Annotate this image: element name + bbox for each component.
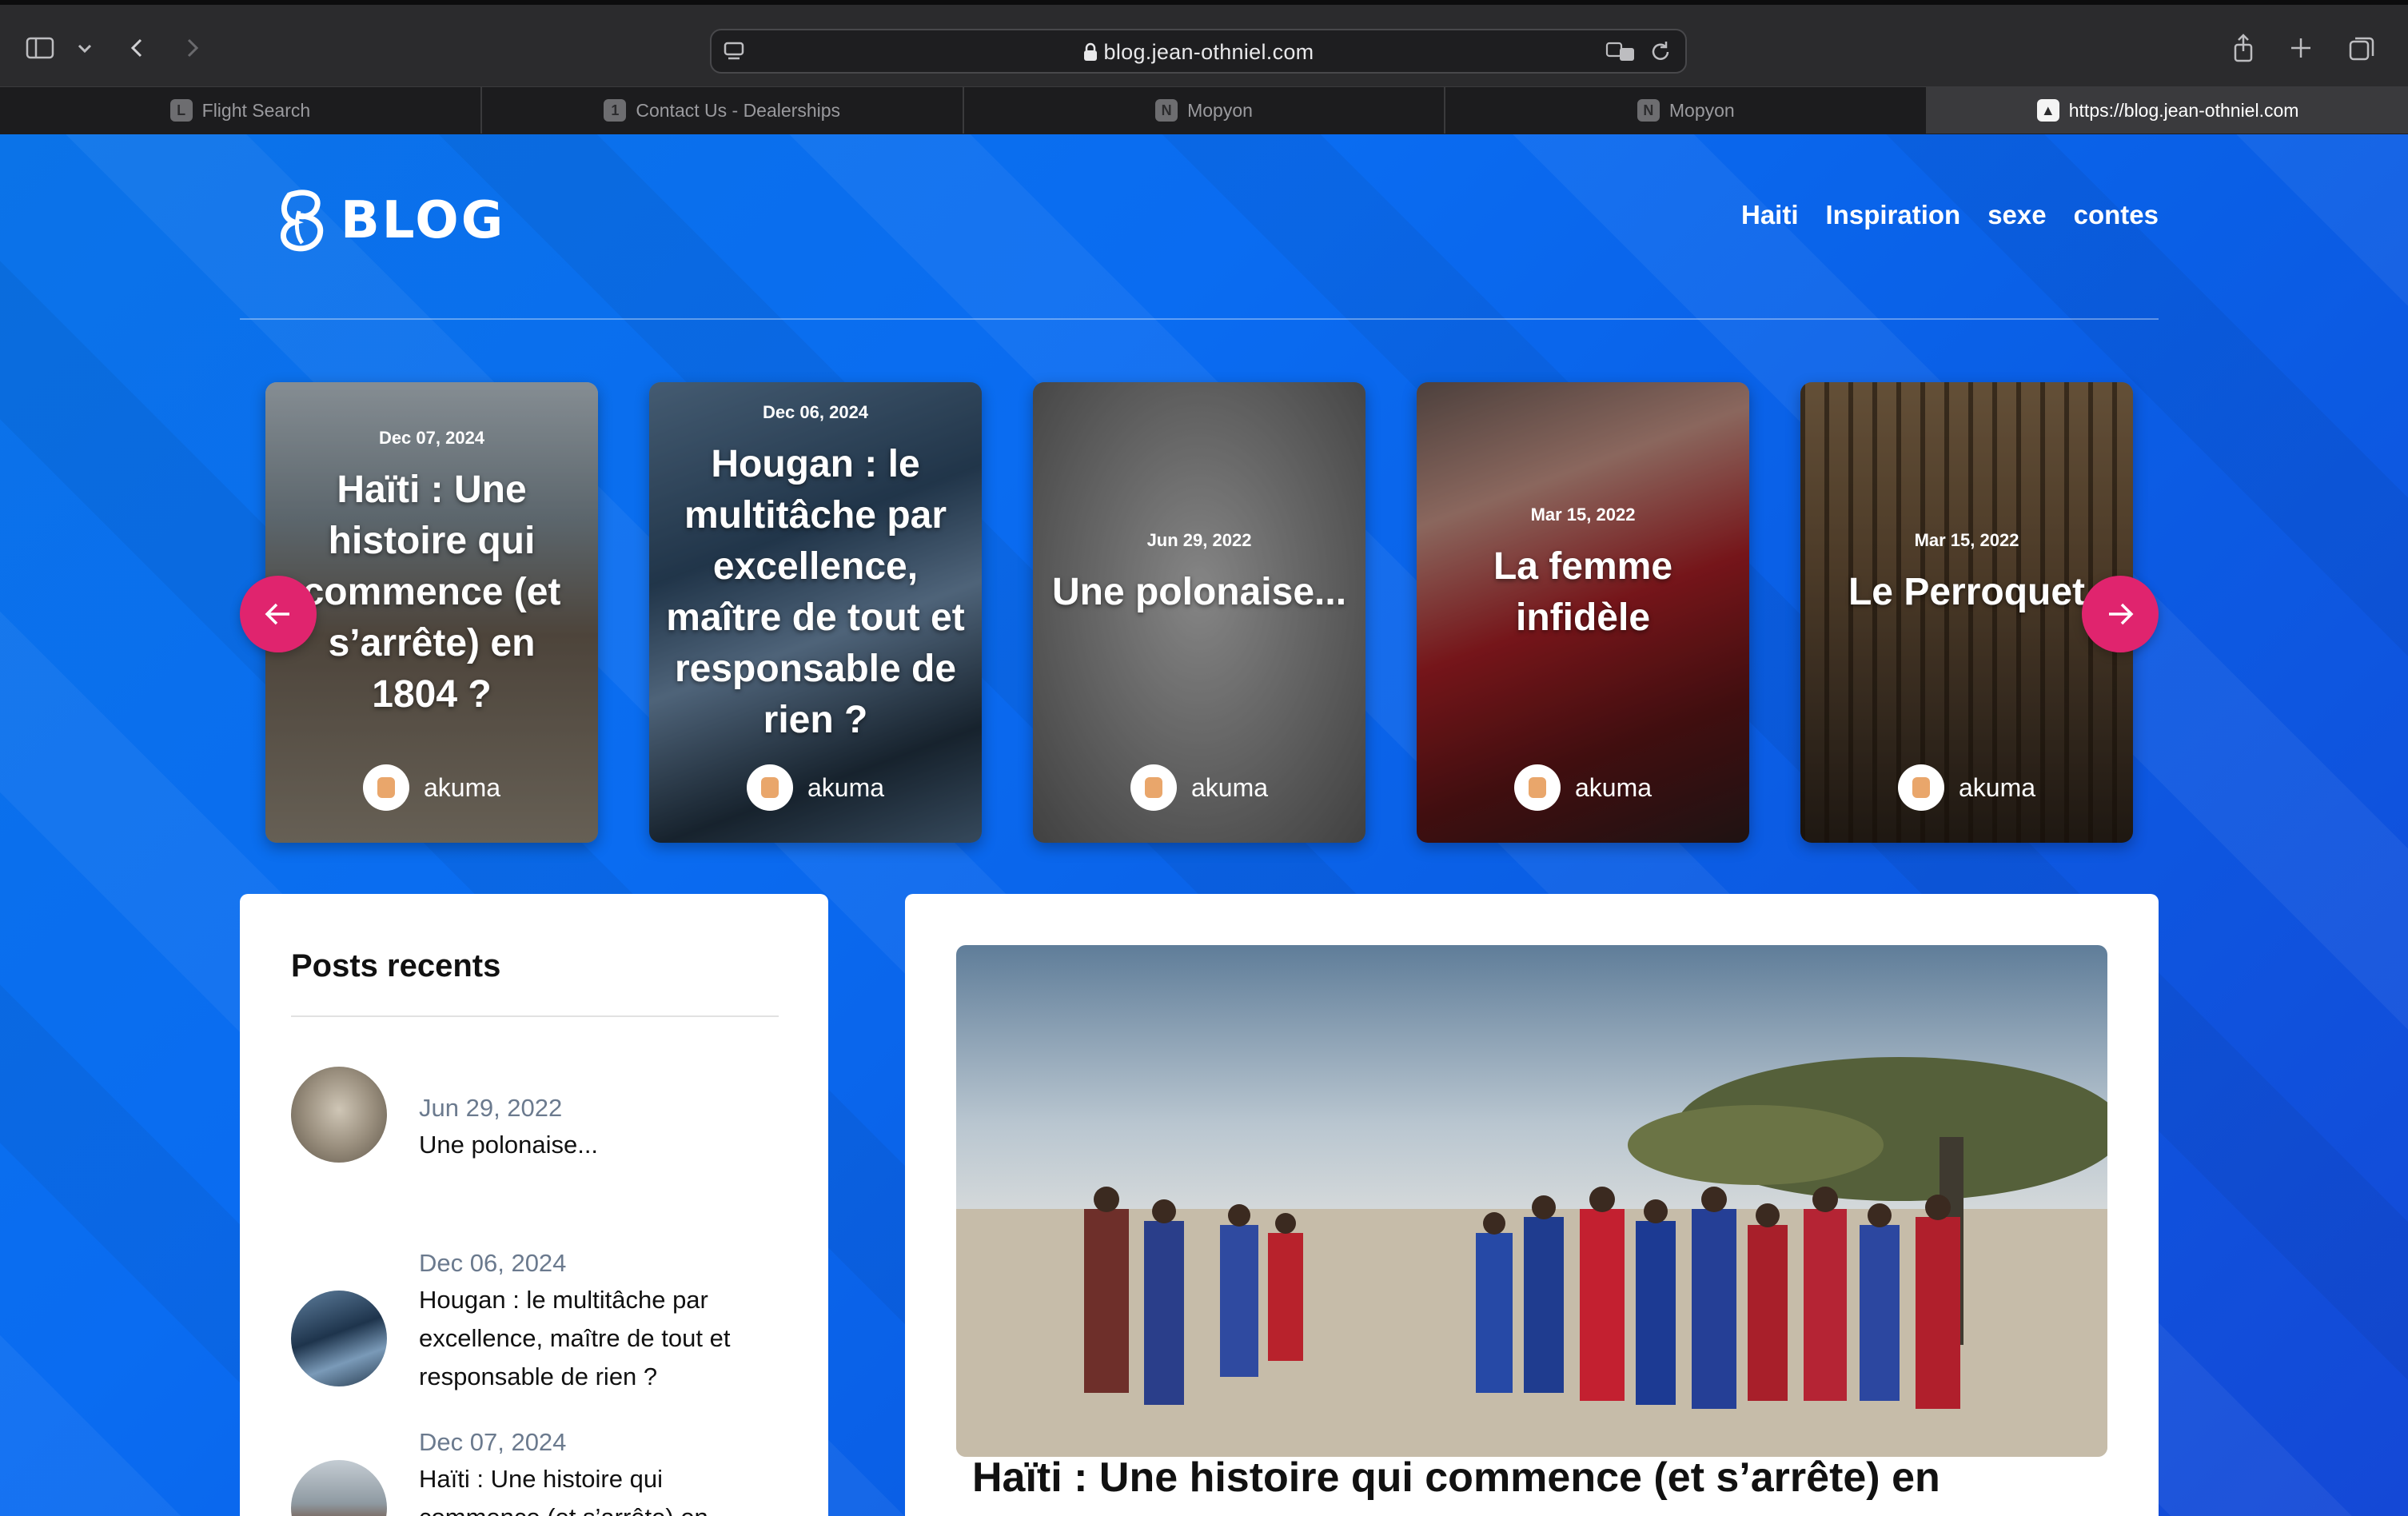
author-avatar (362, 764, 409, 811)
tab-label: Contact Us - Dealerships (636, 99, 841, 121)
recent-post-item[interactable]: Dec 07, 2024 Haïti : Une histoire qui co… (291, 1428, 803, 1516)
recent-divider (291, 1015, 779, 1017)
card-title: Haïti : Une histoire qui commence (et s’… (302, 469, 561, 716)
author-name: akuma (423, 772, 501, 802)
author-name: akuma (807, 772, 885, 802)
recent-posts-heading: Posts recents (291, 948, 501, 983)
recent-post-item[interactable]: Dec 06, 2024 Hougan : le multitâche par … (291, 1249, 803, 1409)
hero-photo (956, 945, 2107, 1457)
card-author[interactable]: akuma (1417, 764, 1749, 811)
author-avatar (746, 764, 793, 811)
card-date: Mar 15, 2022 (1914, 530, 2019, 550)
lock-icon (1083, 42, 1098, 67)
forward-icon[interactable] (171, 27, 213, 69)
card-date: Dec 07, 2024 (378, 428, 485, 448)
url-text: blog.jean-othniel.com (1103, 40, 1314, 64)
recent-post-date: Dec 07, 2024 (419, 1428, 567, 1456)
recent-post-title[interactable]: Hougan : le multitâche par excellence, m… (419, 1281, 787, 1396)
tab-blog-active[interactable]: ▲ https://blog.jean-othniel.com (1928, 87, 2408, 134)
author-avatar (1513, 764, 1561, 811)
slider-prev-button[interactable] (240, 576, 317, 652)
site-logo[interactable]: BLOG (275, 187, 505, 254)
card-date: Jun 29, 2022 (1146, 530, 1252, 550)
tab-label: Flight Search (201, 99, 311, 121)
tab-label: https://blog.jean-othniel.com (2068, 99, 2299, 121)
nav-link-contes[interactable]: contes (2074, 200, 2159, 230)
tab-flight-search[interactable]: L Flight Search (0, 87, 482, 134)
browser-toolbar: blog.jean-othniel.com (0, 0, 2408, 86)
article-hero-image[interactable] (956, 945, 2107, 1457)
logo-mark-icon (280, 190, 324, 252)
recent-post-title[interactable]: Haïti : Une histoire qui commence (et s’… (419, 1460, 787, 1516)
nav-link-sexe[interactable]: sexe (1987, 200, 2046, 230)
reload-icon[interactable] (1647, 38, 1674, 70)
tab-bar: L Flight Search 1 Contact Us - Dealershi… (0, 86, 2408, 134)
main-nav: Haiti Inspiration sexe contes (1741, 200, 2159, 230)
tab-contact-us[interactable]: 1 Contact Us - Dealerships (482, 87, 964, 134)
card-date: Dec 06, 2024 (762, 402, 869, 422)
favicon-icon: 1 (604, 99, 627, 122)
slider-next-button[interactable] (2082, 576, 2159, 652)
card-title: Le Perroquet (1848, 571, 2086, 613)
recent-post-date: Jun 29, 2022 (419, 1094, 563, 1122)
share-icon[interactable] (2223, 27, 2264, 69)
address-bar[interactable]: blog.jean-othniel.com (710, 29, 1687, 74)
card-author[interactable]: akuma (649, 764, 982, 811)
author-name: akuma (1190, 772, 1269, 802)
back-icon[interactable] (117, 27, 158, 69)
header-divider (240, 318, 2159, 320)
recent-post-item[interactable]: Jun 29, 2022 Une polonaise... (291, 1067, 803, 1203)
recent-post-thumbnail (291, 1067, 387, 1163)
recent-post-date: Dec 06, 2024 (419, 1249, 567, 1277)
author-name: akuma (1958, 772, 2036, 802)
arrow-right-icon (2109, 603, 2134, 625)
blog-page: BLOG Haiti Inspiration sexe contes Dec 0… (0, 134, 2408, 1516)
card-author[interactable]: akuma (1800, 764, 2133, 811)
card-title: La femme infidèle (1493, 545, 1673, 639)
card-author[interactable]: akuma (265, 764, 598, 811)
card-date: Mar 15, 2022 (1530, 505, 1636, 525)
nav-link-haiti[interactable]: Haiti (1741, 200, 1799, 230)
tab-mopyon-1[interactable]: N Mopyon (964, 87, 1446, 134)
tab-mopyon-2[interactable]: N Mopyon (1445, 87, 1928, 134)
card-title: Une polonaise... (1051, 571, 1347, 613)
card-title: Hougan : le multitâche par excellence, m… (666, 443, 965, 741)
favicon-icon: ▲ (2036, 99, 2059, 122)
tab-overview-icon[interactable] (2341, 27, 2382, 69)
article-title[interactable]: Haïti : Une histoire qui commence (et s’… (972, 1454, 1940, 1502)
author-avatar (1897, 764, 1944, 811)
logo-text: BLOG (341, 191, 506, 250)
sidebar-toggle-icon[interactable] (19, 27, 61, 69)
new-tab-icon[interactable] (2280, 27, 2322, 69)
arrow-left-icon (265, 603, 289, 625)
author-name: akuma (1574, 772, 1653, 802)
favicon-icon: N (1155, 99, 1178, 122)
translate-icon[interactable] (1605, 38, 1637, 70)
featured-article-panel: Haïti : Une histoire qui commence (et s’… (905, 894, 2159, 1516)
recent-posts-panel: Posts recents Jun 29, 2022 Une polonaise… (240, 894, 828, 1516)
slider-card[interactable]: Dec 06, 2024 Hougan : le multitâche par … (649, 382, 982, 843)
chevron-down-icon[interactable] (64, 27, 106, 69)
card-author[interactable]: akuma (1033, 764, 1365, 811)
slider-card[interactable]: Mar 15, 2022 La femme infidèle akuma (1417, 382, 1749, 843)
recent-post-thumbnail (291, 1291, 387, 1386)
slider-card[interactable]: Jun 29, 2022 Une polonaise... akuma (1033, 382, 1365, 843)
favicon-icon: N (1637, 99, 1660, 122)
author-avatar (1130, 764, 1177, 811)
favicon-icon: L (169, 99, 193, 122)
recent-post-thumbnail (291, 1460, 387, 1516)
tab-label: Mopyon (1668, 99, 1735, 121)
tab-label: Mopyon (1187, 99, 1253, 121)
nav-link-inspiration[interactable]: Inspiration (1826, 200, 1961, 230)
recent-post-title[interactable]: Une polonaise... (419, 1126, 787, 1164)
